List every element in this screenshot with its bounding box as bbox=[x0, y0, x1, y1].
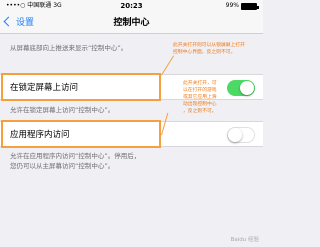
clock: 20:23 bbox=[120, 2, 143, 10]
battery-icon bbox=[241, 3, 259, 10]
in-app-access-label: 应用程序内访问 bbox=[10, 130, 70, 140]
toggle-knob bbox=[228, 128, 242, 142]
in-app-access-description: 允许在应用程序内访问“控制中心”。停用后， 您仍可以从主屏幕访问“控制中心”。 bbox=[10, 152, 141, 170]
battery-percent: 99% bbox=[225, 2, 239, 9]
annotation-connector-line bbox=[161, 55, 175, 76]
lock-screen-access-label: 在锁定屏幕上访问 bbox=[10, 83, 79, 93]
section-description: 从屏幕底部向上推送来显示“控制中心”。 bbox=[10, 44, 128, 52]
navigation-bar: 控制中心 设置 bbox=[0, 12, 263, 34]
watermark: Baidu 经验 bbox=[230, 237, 259, 243]
back-button[interactable]: 设置 bbox=[3, 15, 35, 31]
in-app-access-row[interactable]: 应用程序内访问 bbox=[0, 121, 263, 147]
lock-screen-access-description: 允许在锁定屏幕上访问“控制中心”。 bbox=[10, 106, 115, 114]
page-title: 控制中心 bbox=[113, 18, 150, 28]
in-app-access-toggle[interactable] bbox=[227, 127, 255, 143]
status-bar: ••••○ 中国联通 3G 20:23 99% bbox=[0, 0, 263, 12]
lock-screen-annotation: 此开关打开则可以从锁屏屏上打开 控制中心界面，反之则不可。 bbox=[173, 43, 245, 55]
in-app-annotation: 此开关打开，可 以在打开的游戏 或其它应用上滑 动出现控制中心 ，反之则不可。 bbox=[183, 81, 217, 114]
back-button-label: 设置 bbox=[16, 18, 35, 28]
chevron-left-icon bbox=[3, 16, 14, 27]
